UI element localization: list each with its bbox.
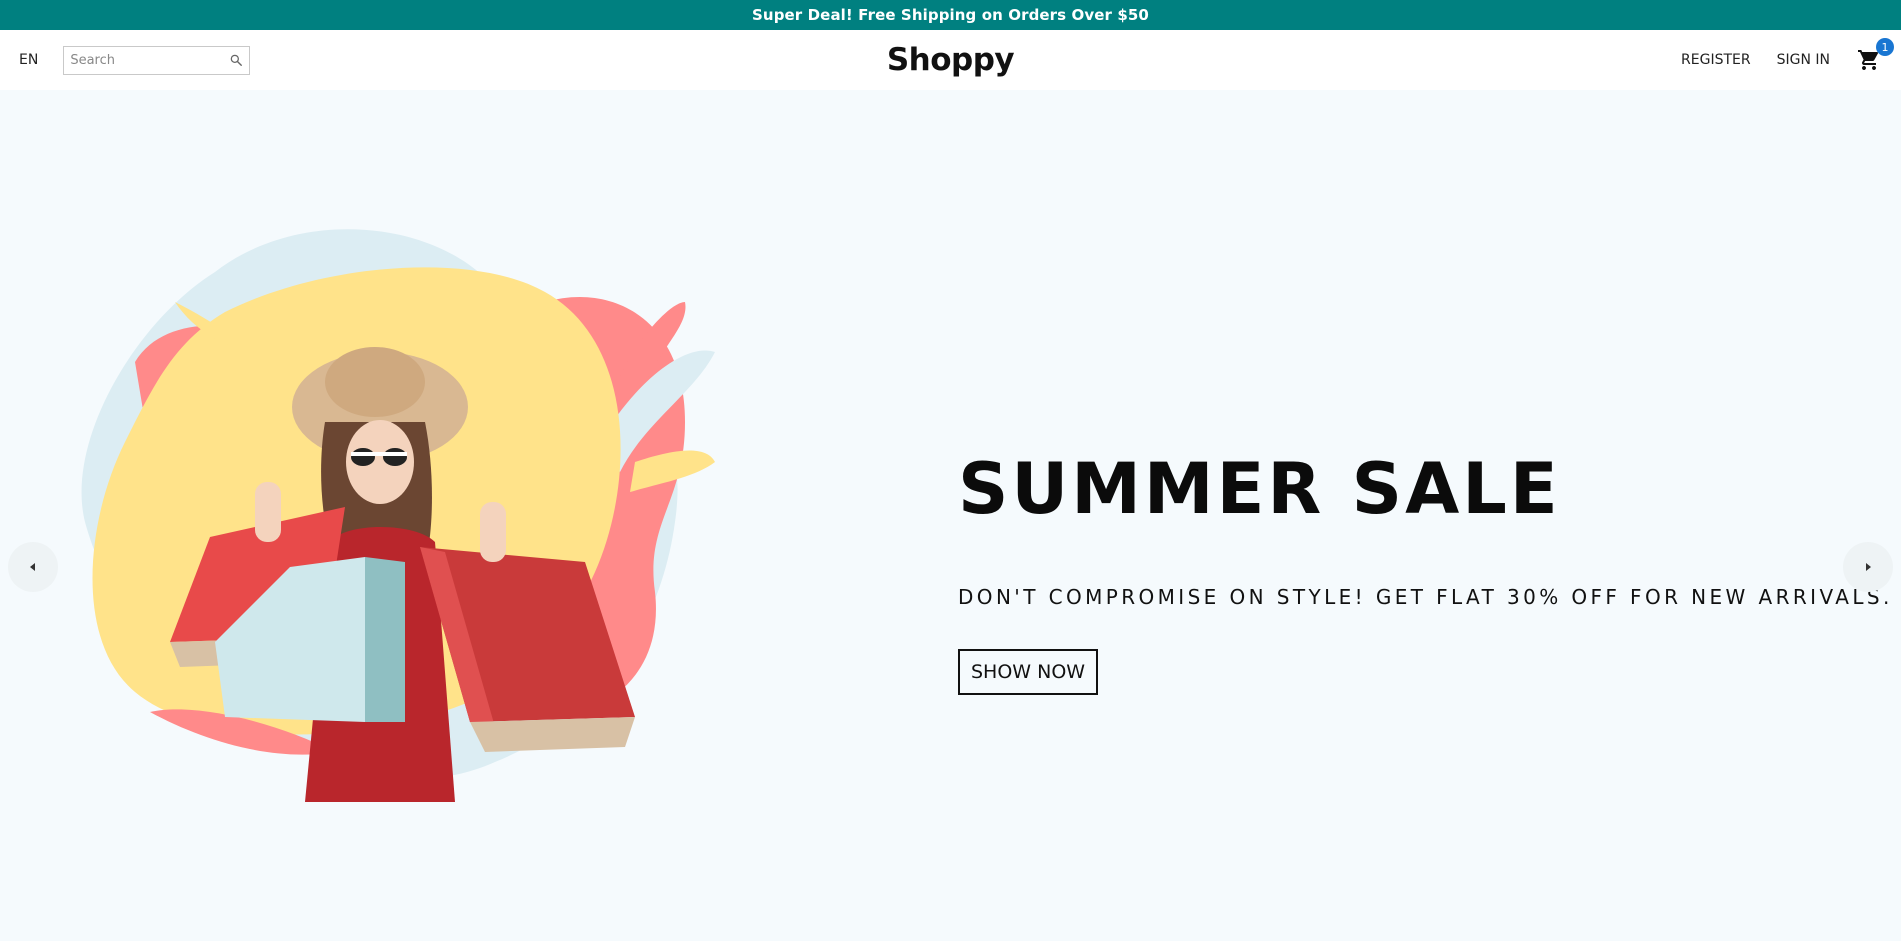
search-container — [63, 45, 251, 75]
announcement-bar: Super Deal! Free Shipping on Orders Over… — [0, 0, 1901, 30]
cart-button[interactable]: 1 — [1856, 38, 1894, 73]
logo[interactable]: Shoppy — [887, 42, 1015, 78]
slider-prev-button[interactable] — [8, 542, 58, 592]
hero-text: SUMMER SALE DON'T COMPROMISE ON STYLE! G… — [958, 448, 1893, 695]
sign-in-link[interactable]: SIGN IN — [1777, 52, 1830, 68]
slider-next-button[interactable] — [1843, 542, 1893, 592]
language-selector[interactable]: EN — [19, 52, 38, 68]
search-icon[interactable] — [229, 53, 243, 67]
hero-description: DON'T COMPROMISE ON STYLE! GET FLAT 30% … — [958, 585, 1893, 609]
hero-slider: SUMMER SALE DON'T COMPROMISE ON STYLE! G… — [0, 90, 1901, 941]
announcement-text: Super Deal! Free Shipping on Orders Over… — [752, 6, 1149, 24]
navbar: EN Shoppy REGISTER SIGN IN 1 — [0, 30, 1901, 90]
nav-left: EN — [19, 45, 251, 75]
show-now-button[interactable]: SHOW NOW — [958, 649, 1099, 695]
cart-badge: 1 — [1876, 38, 1894, 56]
hero-title: SUMMER SALE — [958, 448, 1561, 530]
register-link[interactable]: REGISTER — [1681, 52, 1751, 68]
search-input[interactable] — [70, 52, 230, 68]
arrow-right-icon — [1866, 563, 1871, 571]
arrow-left-icon — [30, 563, 35, 571]
nav-right: REGISTER SIGN IN 1 — [1681, 38, 1894, 73]
hero-image — [75, 162, 735, 802]
